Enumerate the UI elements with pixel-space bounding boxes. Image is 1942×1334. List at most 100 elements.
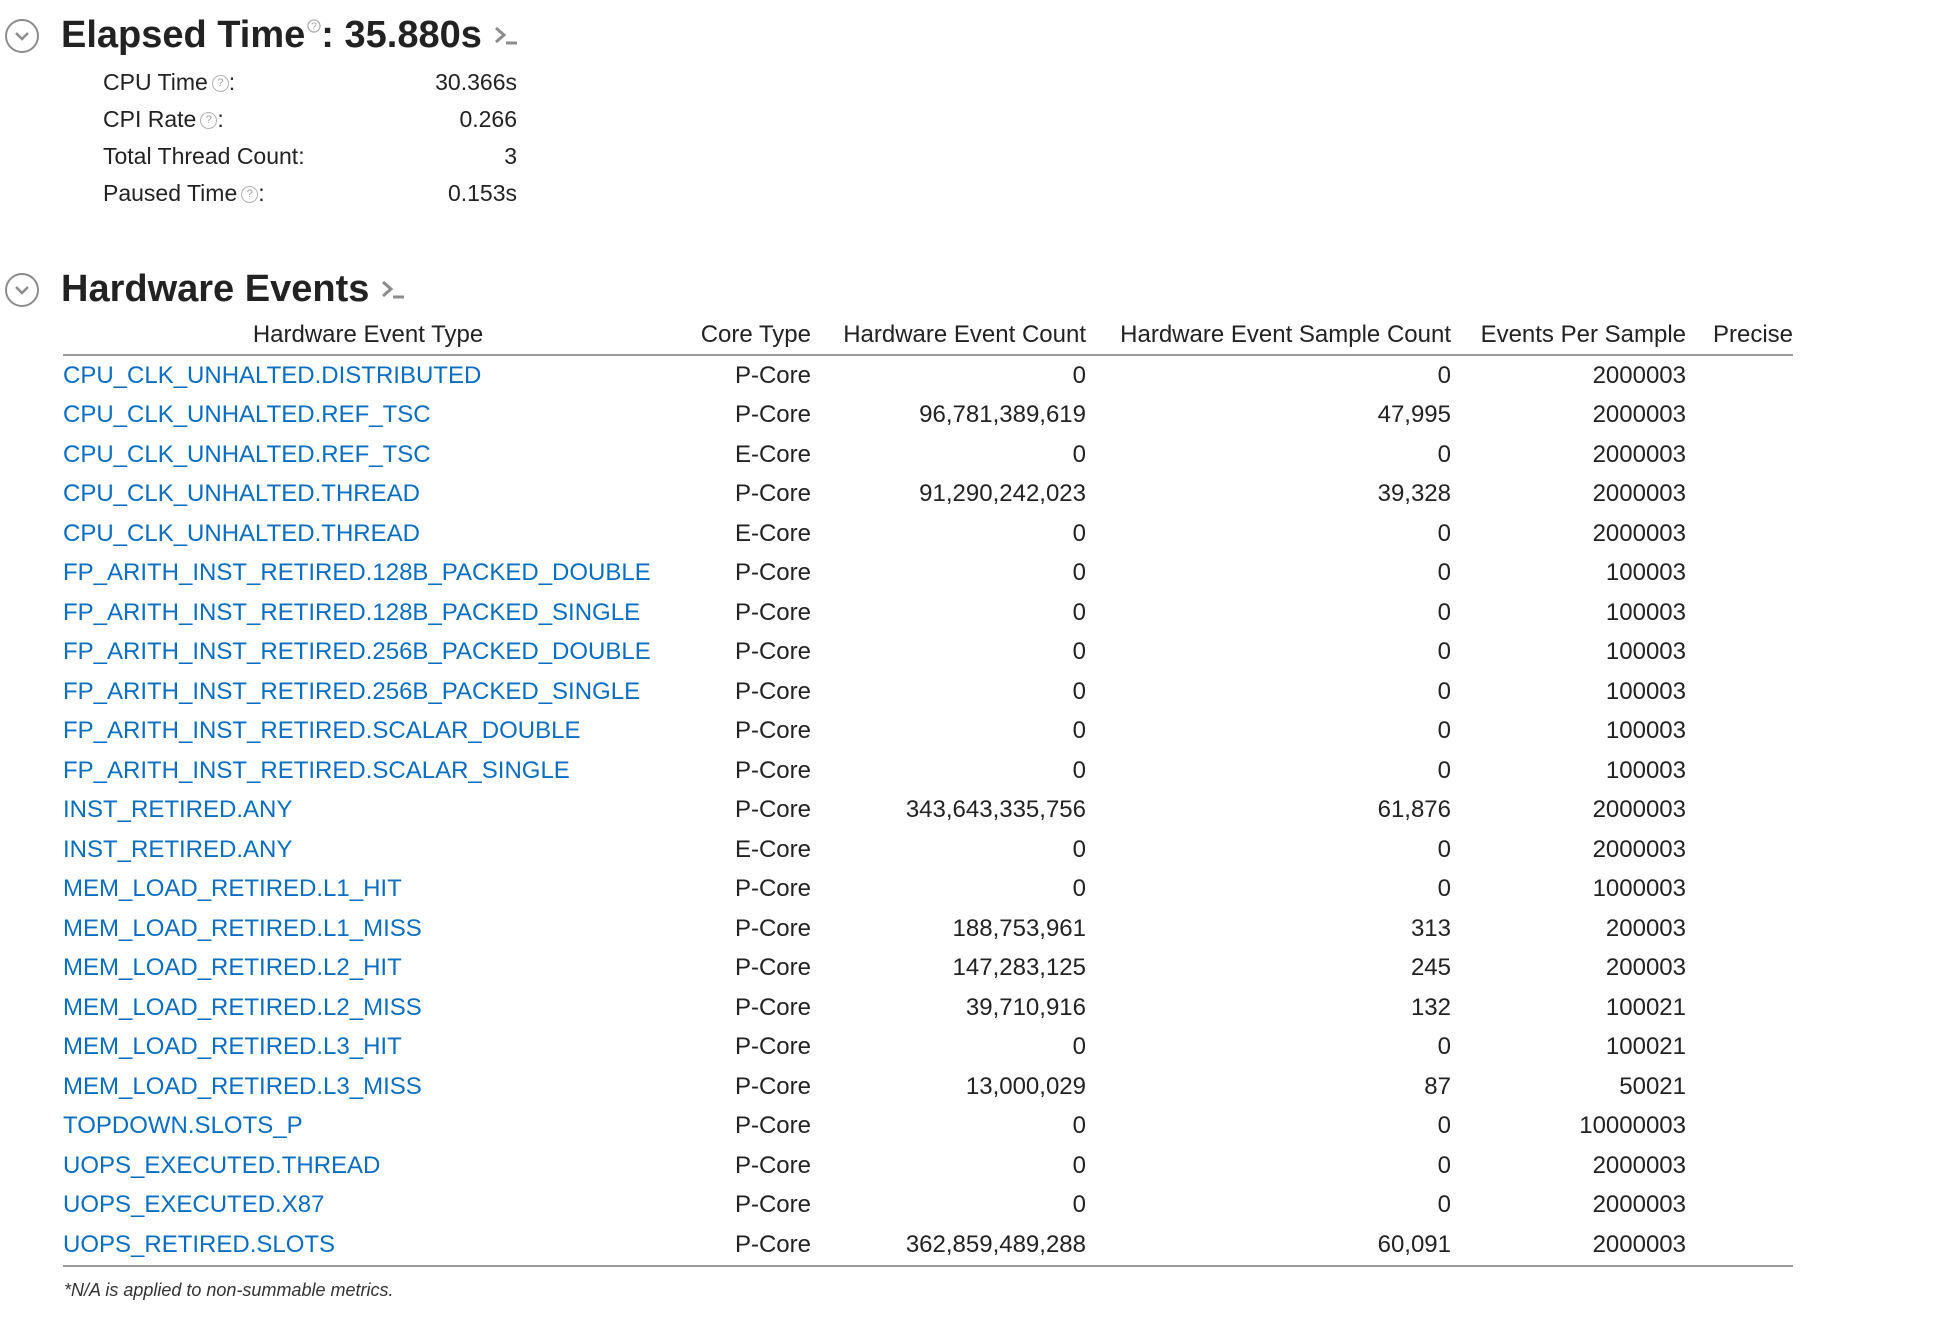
event-type-cell: FP_ARITH_INST_RETIRED.SCALAR_SINGLE: [63, 751, 673, 791]
sample-count-cell: 0: [1437, 677, 1451, 705]
precise-cell: [1686, 396, 1793, 436]
svg-text:?: ?: [312, 22, 318, 33]
event-type-link[interactable]: MEM_LOAD_RETIRED.L3_MISS: [63, 1073, 422, 1100]
event-type-link[interactable]: FP_ARITH_INST_RETIRED.SCALAR_DOUBLE: [63, 717, 580, 744]
event-count-cell: 96,781,389,619: [919, 401, 1086, 429]
event-type-link[interactable]: FP_ARITH_INST_RETIRED.128B_PACKED_DOUBLE: [63, 559, 651, 586]
column-header-precise[interactable]: Precise: [1686, 316, 1793, 356]
help-icon[interactable]: ?: [241, 186, 259, 204]
event-count-cell: 0: [1072, 1033, 1086, 1061]
event-type-link[interactable]: MEM_LOAD_RETIRED.L2_MISS: [63, 994, 422, 1021]
event-type-cell: CPU_CLK_UNHALTED.THREAD: [63, 475, 673, 515]
precise-cell: [1686, 475, 1793, 515]
events-per-sample-cell: 100003: [1605, 638, 1686, 666]
events-per-sample-cell: 100021: [1605, 1033, 1686, 1061]
event-count-cell: 0: [1072, 598, 1086, 626]
event-type-link[interactable]: FP_ARITH_INST_RETIRED.SCALAR_SINGLE: [63, 757, 570, 784]
core-type-cell: P-Core: [734, 717, 811, 745]
precise-cell: [1686, 1225, 1793, 1267]
core-type-cell: P-Core: [734, 1151, 811, 1179]
event-type-link[interactable]: MEM_LOAD_RETIRED.L2_HIT: [63, 954, 402, 981]
table-row: UOPS_EXECUTED.THREAD P-Core 0 0 2000003: [63, 1146, 1793, 1186]
event-type-link[interactable]: CPU_CLK_UNHALTED.THREAD: [63, 480, 420, 507]
collapse-elapsed-button[interactable]: [5, 18, 39, 53]
precise-cell: [1686, 593, 1793, 633]
events-per-sample-cell: 2000003: [1592, 519, 1686, 547]
command-line-icon[interactable]: [381, 280, 405, 300]
elapsed-help-icon[interactable]: ?: [307, 19, 321, 37]
event-count-cell: 0: [1072, 638, 1086, 666]
column-header-core-type[interactable]: Core Type: [673, 316, 811, 356]
events-per-sample-cell: 100021: [1605, 993, 1686, 1021]
precise-cell: [1686, 751, 1793, 791]
core-type-cell: P-Core: [734, 598, 811, 626]
events-per-sample-cell: 100003: [1605, 717, 1686, 745]
events-per-sample-cell: 10000003: [1579, 1112, 1686, 1140]
event-type-link[interactable]: FP_ARITH_INST_RETIRED.256B_PACKED_DOUBLE: [63, 638, 651, 665]
column-header-event-type[interactable]: Hardware Event Type: [63, 316, 673, 356]
metric-value: 30.366s: [435, 69, 517, 95]
table-row: CPU_CLK_UNHALTED.THREAD E-Core 0 0 2000003: [63, 514, 1793, 554]
sample-count-cell: 0: [1437, 1033, 1451, 1061]
elapsed-time-value: : 35.880s: [321, 14, 482, 56]
event-type-link[interactable]: CPU_CLK_UNHALTED.REF_TSC: [63, 441, 431, 468]
event-type-link[interactable]: MEM_LOAD_RETIRED.L3_HIT: [63, 1033, 402, 1060]
chevron-down-icon: [15, 285, 29, 295]
event-type-link[interactable]: TOPDOWN.SLOTS_P: [63, 1112, 303, 1139]
precise-cell: [1686, 791, 1793, 831]
precise-cell: [1686, 1146, 1793, 1186]
event-type-link[interactable]: CPU_CLK_UNHALTED.THREAD: [63, 520, 420, 547]
event-type-link[interactable]: CPU_CLK_UNHALTED.DISTRIBUTED: [63, 362, 481, 389]
event-count-cell: 0: [1072, 677, 1086, 705]
event-type-cell: TOPDOWN.SLOTS_P: [63, 1107, 673, 1147]
event-type-link[interactable]: UOPS_EXECUTED.X87: [63, 1191, 324, 1218]
table-row: MEM_LOAD_RETIRED.L2_MISS P-Core 39,710,916…: [63, 988, 1793, 1028]
core-type-cell: P-Core: [734, 677, 811, 705]
metric-label: Total Thread Count:: [103, 143, 305, 169]
collapse-hardware-events-button[interactable]: [5, 272, 39, 307]
events-per-sample-cell: 100003: [1605, 677, 1686, 705]
event-type-link[interactable]: MEM_LOAD_RETIRED.L1_MISS: [63, 915, 422, 942]
core-type-cell: P-Core: [734, 756, 811, 784]
precise-cell: [1686, 1107, 1793, 1147]
sample-count-cell: 60,091: [1086, 1225, 1451, 1267]
core-type-cell: P-Core: [734, 1033, 811, 1061]
event-type-link[interactable]: INST_RETIRED.ANY: [63, 796, 292, 823]
table-row: FP_ARITH_INST_RETIRED.SCALAR_DOUBLE P-Cor…: [63, 712, 1793, 752]
events-per-sample-cell: 2000003: [1592, 361, 1686, 389]
sample-count-cell: 0: [1437, 1112, 1451, 1140]
core-type-cell: E-Core: [734, 835, 811, 863]
events-per-sample-cell: 2000003: [1451, 1225, 1686, 1267]
event-type-link[interactable]: INST_RETIRED.ANY: [63, 836, 292, 863]
event-count-cell: 91,290,242,023: [919, 480, 1086, 508]
event-type-link[interactable]: CPU_CLK_UNHALTED.REF_TSC: [63, 401, 431, 428]
column-header-event-count[interactable]: Hardware Event Count: [811, 316, 1086, 356]
metric-value: 0.153s: [447, 180, 517, 206]
event-type-cell: FP_ARITH_INST_RETIRED.128B_PACKED_DOUBLE: [63, 554, 673, 594]
precise-cell: [1686, 988, 1793, 1028]
column-header-sample-count[interactable]: Hardware Event Sample Count: [1086, 316, 1451, 356]
precise-cell: [1686, 949, 1793, 989]
help-icon[interactable]: ?: [200, 112, 218, 130]
core-type-cell: P-Core: [734, 1191, 811, 1219]
footnote: *N/A is applied to non-summable metrics.: [64, 1280, 394, 1300]
command-line-icon[interactable]: [494, 26, 518, 46]
sample-count-cell: 132: [1410, 993, 1451, 1021]
event-type-link[interactable]: FP_ARITH_INST_RETIRED.256B_PACKED_SINGLE: [63, 678, 640, 705]
event-type-link[interactable]: MEM_LOAD_RETIRED.L1_HIT: [63, 875, 402, 902]
chevron-down-icon: [15, 31, 29, 41]
help-icon[interactable]: ?: [211, 75, 229, 93]
event-type-link[interactable]: UOPS_EXECUTED.THREAD: [63, 1152, 380, 1179]
elapsed-time-label: Elapsed Time: [61, 14, 306, 56]
event-type-link[interactable]: FP_ARITH_INST_RETIRED.128B_PACKED_SINGLE: [63, 599, 640, 626]
metric-value: 0.266: [459, 106, 517, 132]
precise-cell: [1686, 1067, 1793, 1107]
column-header-events-per-sample[interactable]: Events Per Sample: [1451, 316, 1686, 356]
core-type-cell: E-Core: [734, 440, 811, 468]
sample-count-cell: 0: [1437, 559, 1451, 587]
precise-cell: [1686, 909, 1793, 949]
precise-cell: [1686, 1186, 1793, 1226]
event-type-link[interactable]: UOPS_RETIRED.SLOTS: [63, 1231, 335, 1258]
sample-count-cell: 0: [1437, 519, 1451, 547]
core-type-cell: P-Core: [734, 559, 811, 587]
